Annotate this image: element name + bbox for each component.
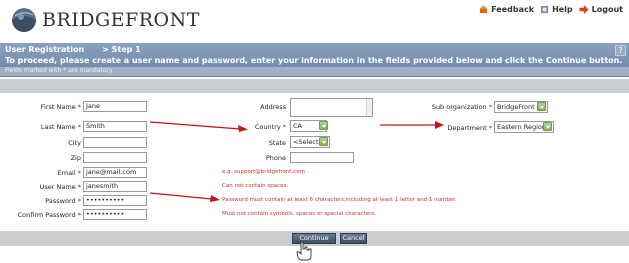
email-hint: e.g. support@bridgefront.com	[222, 169, 305, 175]
form-button-bar: Continue Cancel	[0, 231, 629, 246]
zip-input[interactable]	[83, 152, 147, 163]
feedback-icon	[479, 5, 488, 14]
phone-label: Phone	[265, 154, 286, 162]
cancel-button[interactable]: Cancel	[340, 233, 367, 244]
country-dropdown-arrow-icon[interactable]	[319, 121, 328, 130]
required-marker: *	[488, 124, 492, 132]
user-name-label-text: User Name	[39, 183, 76, 191]
step-indicator: > Step 1	[102, 45, 141, 54]
brand-name: BRIDGEFRONT	[42, 9, 200, 31]
logout-link[interactable]: Logout	[579, 5, 623, 14]
sub-organization-dropdown-arrow-icon[interactable]	[537, 102, 546, 111]
sub-organization-label-text: Sub organization	[431, 103, 487, 111]
first-name-label-text: First Name	[40, 103, 76, 111]
phone-input[interactable]	[290, 152, 354, 163]
logo-globe-icon	[12, 8, 36, 32]
last-name-label: Last Name *	[41, 123, 81, 131]
annotation-arrow-icon	[150, 192, 220, 202]
department-dropdown-arrow-icon[interactable]	[543, 122, 552, 131]
annotation-arrow-icon	[380, 121, 444, 129]
city-input[interactable]	[83, 137, 147, 148]
confirm-password-hint: Must not contain symbols, spaces or spec…	[222, 211, 377, 217]
password-hint: Password must contain at least 6 charact…	[222, 197, 457, 203]
required-marker: *	[282, 123, 286, 131]
first-name-label: First Name *	[41, 103, 81, 111]
confirm-password-label: Confirm Password *	[18, 211, 81, 219]
mandatory-note-strip: Fields marked with * are mandatory	[0, 67, 629, 76]
user-name-label: User Name *	[40, 183, 81, 191]
annotation-arrow-icon	[150, 121, 248, 132]
required-marker: *	[77, 197, 81, 205]
address-textarea[interactable]	[290, 98, 373, 117]
feedback-label: Feedback	[491, 5, 535, 14]
first-name-input[interactable]: Jane	[83, 101, 147, 112]
help-icon	[540, 5, 549, 14]
required-marker: *	[77, 211, 81, 219]
instructions: To proceed, please create a user name an…	[5, 56, 623, 65]
logout-label: Logout	[591, 5, 623, 14]
password-label-text: Password	[45, 197, 76, 205]
logout-icon	[579, 5, 589, 14]
confirm-password-input[interactable]: ••••••••••	[83, 209, 147, 220]
form-top-band	[0, 79, 629, 93]
feedback-link[interactable]: Feedback	[479, 5, 534, 14]
state-dropdown-arrow-icon[interactable]	[319, 137, 328, 146]
registration-form: First Name * Jane Last Name * Smith City…	[0, 93, 629, 233]
required-marker: *	[77, 123, 81, 131]
required-marker: *	[77, 103, 81, 111]
email-label-text: Email	[57, 169, 76, 177]
country-label-text: Country	[254, 123, 281, 131]
sub-organization-label: Sub organization *	[432, 103, 492, 111]
header-links: Feedback Help Logout	[479, 5, 623, 14]
last-name-input[interactable]: Smith	[83, 121, 147, 132]
user-name-input[interactable]: janesmith	[83, 181, 147, 192]
city-label: City	[68, 139, 81, 147]
email-input[interactable]: jane@mail.com	[83, 167, 147, 178]
department-label-text: Department	[447, 124, 487, 132]
mandatory-note: Fields marked with * are mandatory	[5, 67, 113, 74]
address-label: Address	[260, 103, 286, 111]
page-title-text: User Registration	[5, 45, 85, 54]
last-name-label-text: Last Name	[40, 123, 76, 131]
required-marker: *	[488, 103, 492, 111]
confirm-password-label-text: Confirm Password	[17, 211, 76, 219]
help-link[interactable]: Help	[540, 5, 573, 14]
state-label: State	[268, 139, 286, 147]
address-scrollbar[interactable]	[366, 99, 372, 116]
department-label: Department *	[447, 124, 492, 132]
help-question-icon[interactable]: ?	[615, 45, 626, 56]
required-marker: *	[77, 169, 81, 177]
password-label: Password *	[45, 197, 81, 205]
user-name-hint: Can not contain spaces.	[222, 183, 289, 189]
page-title: User Registration > Step 1	[5, 45, 141, 54]
country-label: Country *	[255, 123, 286, 131]
email-label: Email *	[58, 169, 81, 177]
help-label: Help	[552, 5, 573, 14]
zip-label: Zip	[70, 154, 81, 162]
password-input[interactable]: ••••••••••	[83, 195, 147, 206]
required-marker: *	[77, 183, 81, 191]
bridgefront-logo: BRIDGEFRONT	[12, 8, 200, 32]
hand-cursor-icon	[296, 241, 312, 261]
header: BRIDGEFRONT Feedback Help Logout	[0, 0, 629, 40]
